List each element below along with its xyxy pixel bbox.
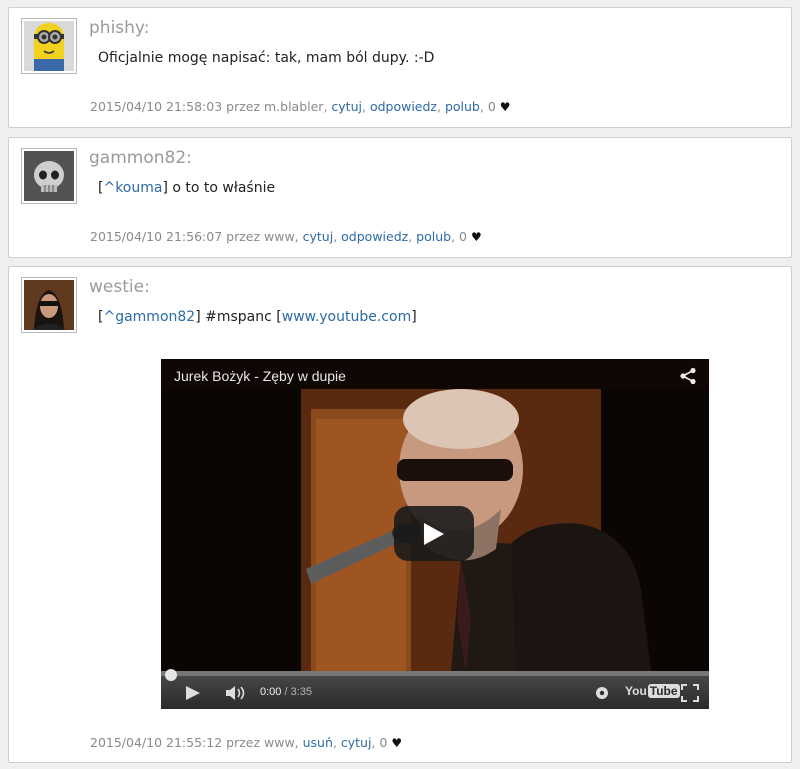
youtube-logo[interactable]: You Tube [625, 684, 680, 698]
volume-icon[interactable] [225, 685, 247, 701]
heart-icon: ♥ [391, 736, 403, 750]
heart-icon: ♥ [499, 100, 511, 114]
person-avatar-image [24, 280, 74, 330]
progress-handle[interactable] [165, 669, 177, 681]
delete-link[interactable]: usuń [303, 735, 333, 750]
post-text: o to to właśnie [167, 180, 276, 196]
avatar[interactable] [21, 148, 77, 204]
post-content: Oficjalnie mogę napisać: tak, mam ból du… [98, 50, 435, 66]
avatar[interactable] [21, 18, 77, 74]
reply-link[interactable]: odpowiedz [370, 99, 437, 114]
like-count: , 0 [451, 229, 467, 244]
skull-avatar-image [24, 151, 74, 201]
post: westie: [^gammon82] #mspanc [www.youtube… [8, 266, 792, 763]
like-link[interactable]: polub [416, 229, 451, 244]
video-duration: / 3:35 [284, 686, 313, 698]
heart-icon: ♥ [470, 230, 482, 244]
post: gammon82: [^kouma] o to to właśnie 2015/… [8, 137, 792, 258]
post: phishy: Oficjalnie mogę napisać: tak, ma… [8, 7, 792, 128]
avatar[interactable] [21, 277, 77, 333]
post-meta: 2015/04/10 21:55:12 przez www, usuń, cyt… [90, 735, 403, 750]
play-icon [424, 523, 444, 545]
current-time: 0:00 [260, 686, 282, 698]
post-author: westie: [89, 277, 150, 297]
like-count: , 0 [371, 735, 388, 750]
share-icon[interactable] [679, 367, 697, 385]
play-button[interactable] [394, 506, 474, 561]
post-content: [^gammon82] #mspanc [www.youtube.com] [98, 309, 417, 325]
video-title[interactable]: Jurek Bożyk - Zęby w dupie [174, 368, 346, 384]
fullscreen-icon[interactable] [681, 684, 699, 702]
post-content: [^kouma] o to to właśnie [98, 180, 276, 196]
post-timestamp: 2015/04/10 21:58:03 przez m.blabler, [90, 99, 332, 114]
quote-link[interactable]: cytuj [341, 735, 372, 750]
post-feed: phishy: Oficjalnie mogę napisać: tak, ma… [0, 0, 800, 769]
mention-link[interactable]: ^gammon82 [103, 309, 195, 325]
gear-icon[interactable] [595, 686, 609, 700]
hashtag: #mspanc [205, 309, 272, 325]
post-timestamp: 2015/04/10 21:55:12 przez www, [90, 735, 303, 750]
like-link[interactable]: polub [445, 99, 480, 114]
post-author: phishy: [89, 18, 150, 38]
post-meta: 2015/04/10 21:56:07 przez www, cytuj, od… [90, 229, 482, 244]
post-timestamp: 2015/04/10 21:56:07 przez www, [90, 229, 303, 244]
video-time: 0:00 / 3:35 [260, 686, 312, 698]
quote-link[interactable]: cytuj [303, 229, 334, 244]
like-count: , 0 [479, 99, 496, 114]
reply-link[interactable]: odpowiedz [341, 229, 408, 244]
youtube-link[interactable]: www.youtube.com [282, 309, 411, 325]
play-icon[interactable] [185, 685, 201, 701]
video-player[interactable]: Jurek Bożyk - Zęby w dupie 0:00 / 3:35 Y… [161, 359, 709, 709]
post-meta: 2015/04/10 21:58:03 przez m.blabler, cyt… [90, 99, 511, 114]
progress-bar[interactable] [161, 671, 709, 676]
post-author: gammon82: [89, 148, 192, 168]
minion-avatar-image [24, 21, 74, 71]
mention-link[interactable]: ^kouma [103, 180, 162, 196]
quote-link[interactable]: cytuj [331, 99, 362, 114]
